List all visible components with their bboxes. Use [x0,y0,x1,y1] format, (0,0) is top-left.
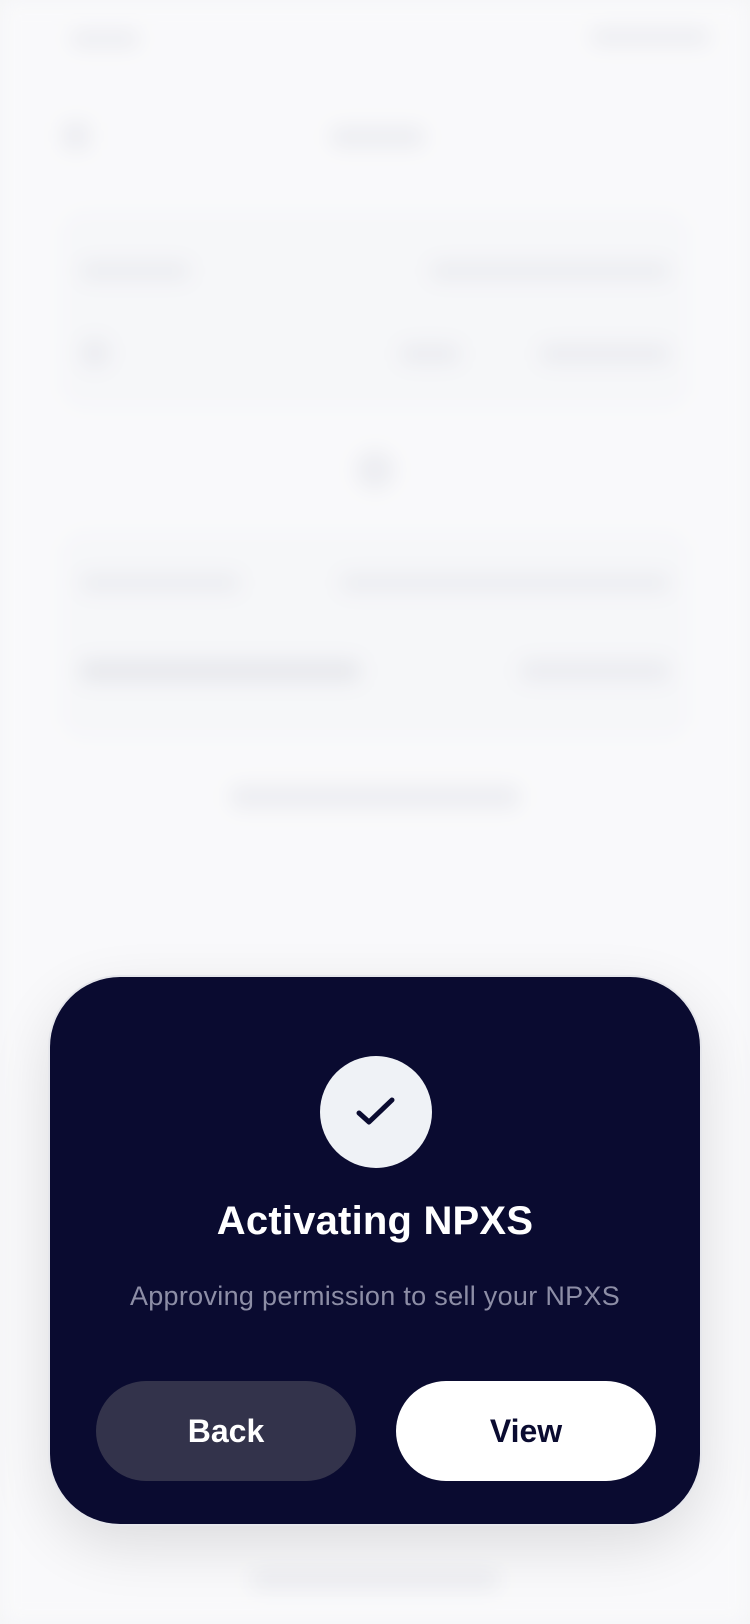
activation-modal: Activating NPXS Approving permission to … [50,977,700,1524]
back-button[interactable]: Back [96,1381,356,1481]
back-button-label: Back [187,1412,265,1449]
modal-subtitle: Approving permission to sell your NPXS [129,1281,621,1311]
check-icon [356,1097,395,1125]
screen: Activating NPXS Approving permission to … [0,0,750,1624]
success-badge [320,1056,432,1168]
modal-title: Activating NPXS [216,1199,534,1243]
view-button-label: View [489,1412,563,1449]
view-button[interactable]: View [396,1381,656,1481]
